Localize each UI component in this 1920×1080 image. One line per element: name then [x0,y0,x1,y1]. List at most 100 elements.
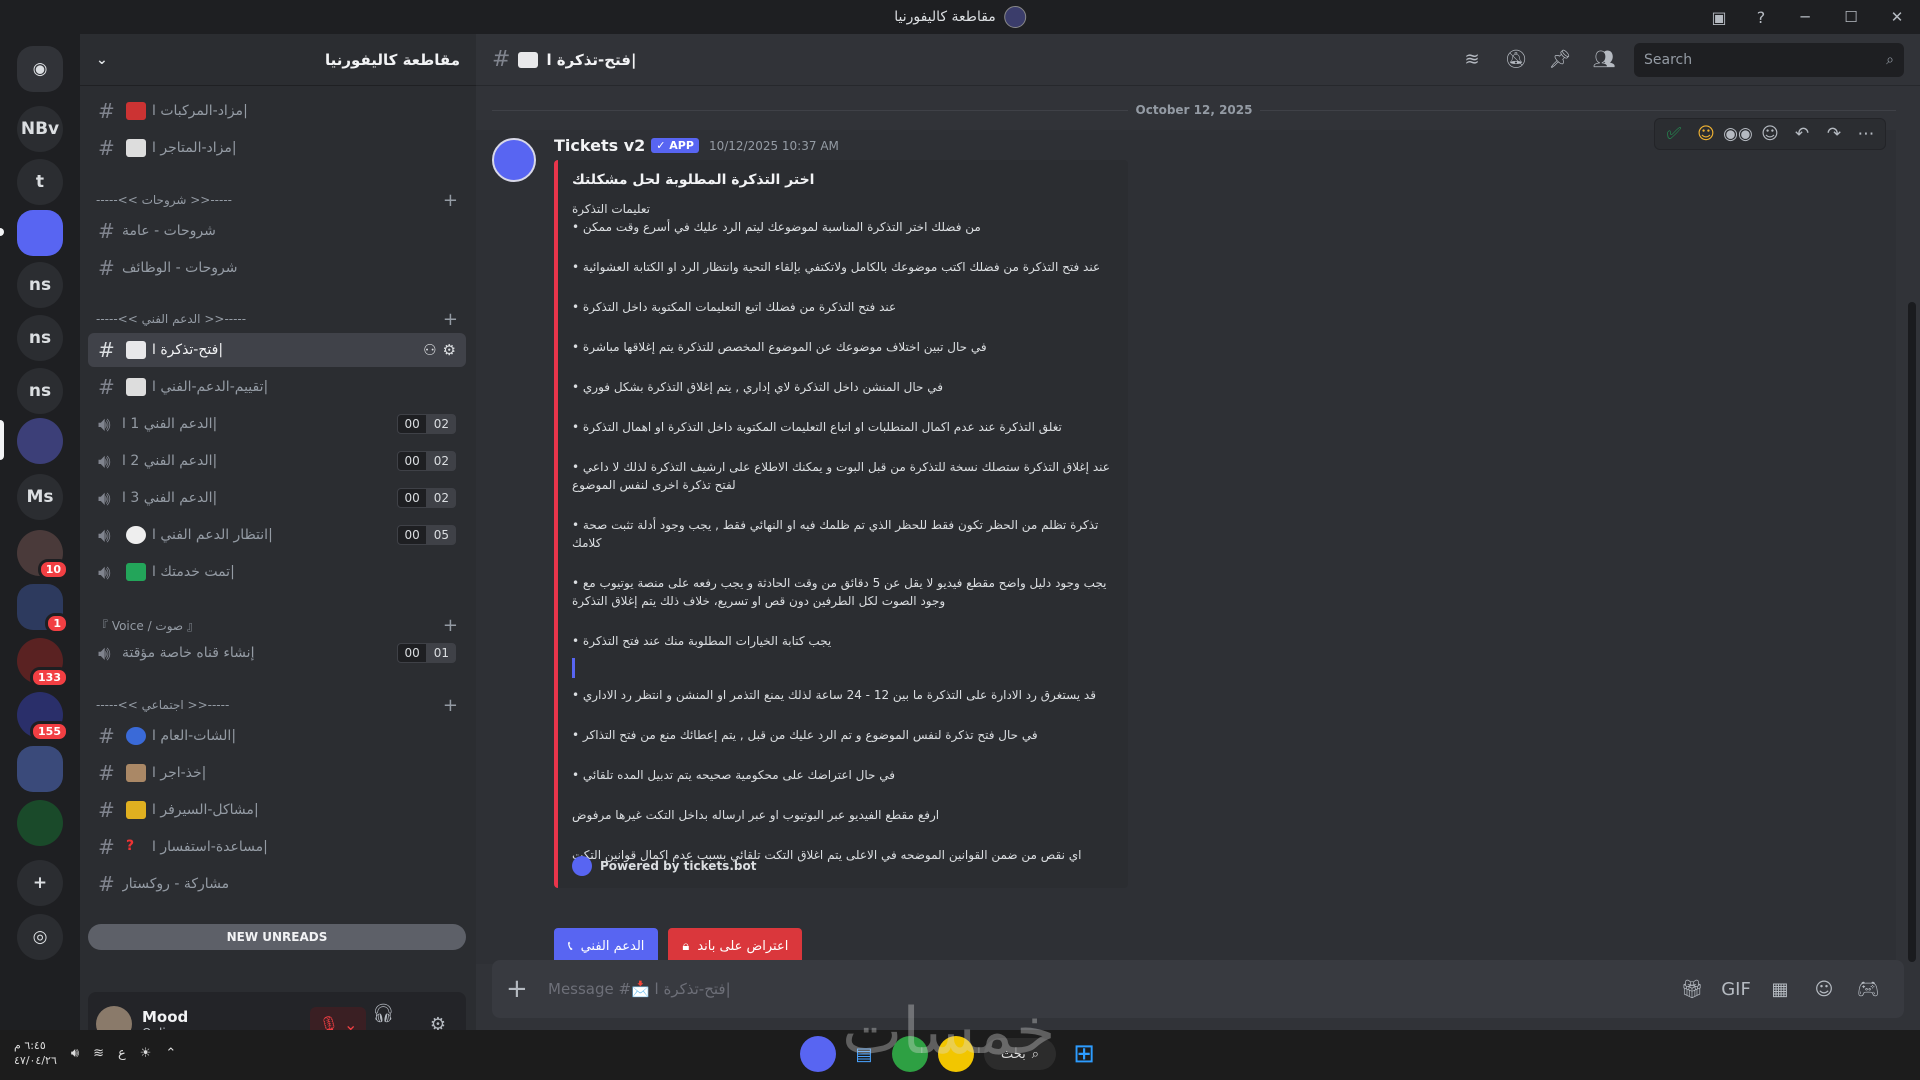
embed-line: • عند فتح التذكرة من فضلك اكتب موضوعك با… [572,260,1101,274]
add-server-icon[interactable]: + [17,860,63,906]
question-emoji-icon: ? [126,838,135,854]
tickets-bot-icon [572,856,592,876]
eyes-reaction-icon[interactable]: ◉◉ [1723,124,1753,144]
channel-name: الدعم الفني 1 ا| [122,416,218,432]
server-nbv[interactable]: NBv [17,106,63,152]
maximize-icon[interactable]: ☐ [1828,0,1874,34]
clock[interactable]: ٦:٤٥ م ٤٧/٠٤/٢٦ [14,1038,57,1068]
bot-avatar[interactable] [492,138,536,182]
server-ns-3[interactable]: ns [17,368,63,414]
language-indicator[interactable]: ع [118,1046,126,1061]
discord-app-icon[interactable] [800,1036,836,1072]
chevron-up-icon[interactable]: ⌃ [165,1046,176,1061]
minimize-icon[interactable]: ─ [1782,0,1828,34]
hash-icon: # [98,219,115,243]
sticker-icon[interactable]: ▦ [1758,979,1802,1000]
close-icon[interactable]: ✕ [1874,0,1920,34]
voice-count-a: 00 [397,451,427,471]
help-icon[interactable]: ? [1740,0,1782,34]
discord-home-icon[interactable]: ◉ [17,46,63,92]
embed-line: • عند فتح التذكرة من فضلك اتبع التعليمات… [572,300,897,314]
embed-line: • في حال فتح تذكرة لنفس الموضوع و تم الر… [572,728,1038,742]
author-name[interactable]: Tickets v2 [554,136,645,155]
voice-channel-item[interactable]: 🔊︎ الدعم الفني 1 ا| 00 02 [88,407,466,441]
member-list-icon[interactable]: 👥︎ [1582,49,1626,70]
server-slash[interactable]: 1 [17,584,69,634]
channel-item[interactable]: # خذ-اجر ا| [88,756,466,790]
search-input[interactable]: Search ⌕ [1634,42,1904,77]
category-header[interactable]: 『 Voice / صوت 』 + [96,614,458,636]
plus-icon[interactable]: + [443,190,458,211]
channel-item[interactable]: # مزاد-المركبات ا| [88,94,466,128]
channel-item[interactable]: # شروحات - عامة [88,214,466,248]
gift-icon[interactable]: 🎁︎ [1670,979,1714,1000]
ban-appeal-button[interactable]: 🔒︎ اعتراض على باند [668,928,803,964]
emoji-icon[interactable]: ☺ [1802,979,1846,1000]
unread-pill [0,228,4,236]
category-header[interactable]: -----<< اجتماعي >>----- + [96,694,458,716]
channel-item[interactable]: # مشاكل-السيرفر ا| [88,793,466,827]
globe-emoji-icon [126,727,146,745]
category-header[interactable]: -----<< شروحات >>----- + [96,189,458,211]
server-ns-1[interactable]: ns [17,262,63,308]
server-california[interactable] [17,418,63,464]
message[interactable]: Tickets v2 ✓ APP 10/12/2025 10:37 AM ✅︎ … [476,118,1896,964]
channel-item[interactable]: # شروحات - الوظائف [88,251,466,285]
server-t[interactable]: t [17,159,63,205]
channel-name: فتح-تذكرة ا| [152,342,224,358]
server-ms[interactable]: Ms [17,474,63,520]
voice-channel-item[interactable]: 🔊︎ الدعم الفني 3 ا| 00 02 [88,481,466,515]
server-133[interactable]: 133 [17,638,69,688]
notification-bell-muted-icon[interactable]: 🔕︎ [1494,49,1538,70]
server-anime[interactable] [17,746,63,792]
channel-item-active[interactable]: # فتح-تذكرة ا| ⚇ ⚙ [88,333,466,367]
voice-channel-item[interactable]: 🔊︎ الدعم الفني 2 ا| 00 02 [88,444,466,478]
channel-name: تقييم-الدعم-الفني ا| [152,379,269,395]
gif-icon[interactable]: GIF [1714,979,1758,1000]
inbox-icon[interactable]: ▣ [1698,0,1740,34]
wifi-icon[interactable]: ≋ [93,1046,104,1061]
channel-item[interactable]: # مزاد-المتاجر ا| [88,131,466,165]
plus-icon[interactable]: + [443,695,458,716]
volume-icon[interactable]: 🔊︎ [71,1046,79,1061]
pin-icon[interactable]: 📌︎ [1538,49,1582,70]
server-tickets[interactable] [17,210,63,256]
salute-reaction-icon[interactable]: ☺ [1691,124,1721,144]
message-input[interactable] [548,980,1670,998]
channel-item[interactable]: #? مساعدة-استفسار ا| [88,830,466,864]
channel-item[interactable]: # مشاركة - روكستار [88,867,466,901]
category-name: 『 Voice / صوت 』 [96,618,199,633]
brightness-icon[interactable]: ☀ [140,1046,152,1061]
apps-icon[interactable]: 🎮︎ [1846,979,1890,1000]
server-green[interactable] [17,800,63,846]
new-unreads-button[interactable]: NEW UNREADS [88,924,466,950]
app-tag-text: APP [669,139,694,152]
guild-header[interactable]: مقاطعة كاليفورنيا ⌄ [80,34,476,86]
add-reaction-icon[interactable]: ☺ [1755,124,1785,144]
gear-icon[interactable]: ⚙ [443,341,456,359]
windows-start-icon[interactable]: ⊞ [1066,1036,1102,1072]
chat-scrollbar[interactable] [1908,302,1916,962]
forward-icon[interactable]: ↷ [1819,124,1849,144]
embed-line: • يجب وجود دليل واضح مقطع فيديو لا يقل ع… [572,576,1107,608]
plus-icon[interactable]: + [443,309,458,330]
support-button[interactable]: 📞︎ الدعم الفني [554,928,659,964]
channel-item[interactable]: # الشات-العام ا| [88,719,466,753]
discover-icon[interactable]: ◎ [17,914,63,960]
more-icon[interactable]: ⋯ [1851,124,1881,144]
plus-icon[interactable]: + [443,615,458,636]
attach-plus-icon[interactable]: + [506,974,538,1004]
voice-channel-item[interactable]: 🔊︎ إنشاء قناه خاصة مؤقتة 00 01 [88,636,466,670]
voice-channel-item[interactable]: 🔊︎ تمت خدمتك ا| [88,555,466,589]
server-10[interactable]: 10 [17,530,69,580]
server-155[interactable]: 155 [17,692,69,742]
category-header[interactable]: -----<< الدعم الفني >>----- + [96,308,458,330]
channel-item[interactable]: # تقييم-الدعم-الفني ا| [88,370,466,404]
add-member-icon[interactable]: ⚇ [423,341,436,359]
voice-channel-item[interactable]: 🔊︎ انتظار الدعم الفني ا| 00 05 [88,518,466,552]
threads-icon[interactable]: ≋ [1450,49,1494,70]
check-reaction-icon[interactable]: ✅︎ [1659,124,1689,144]
reply-icon[interactable]: ↶ [1787,124,1817,144]
embed-line: • في حال المنشن داخل التذكرة لاي إداري ,… [572,380,944,394]
server-ns-2[interactable]: ns [17,315,63,361]
